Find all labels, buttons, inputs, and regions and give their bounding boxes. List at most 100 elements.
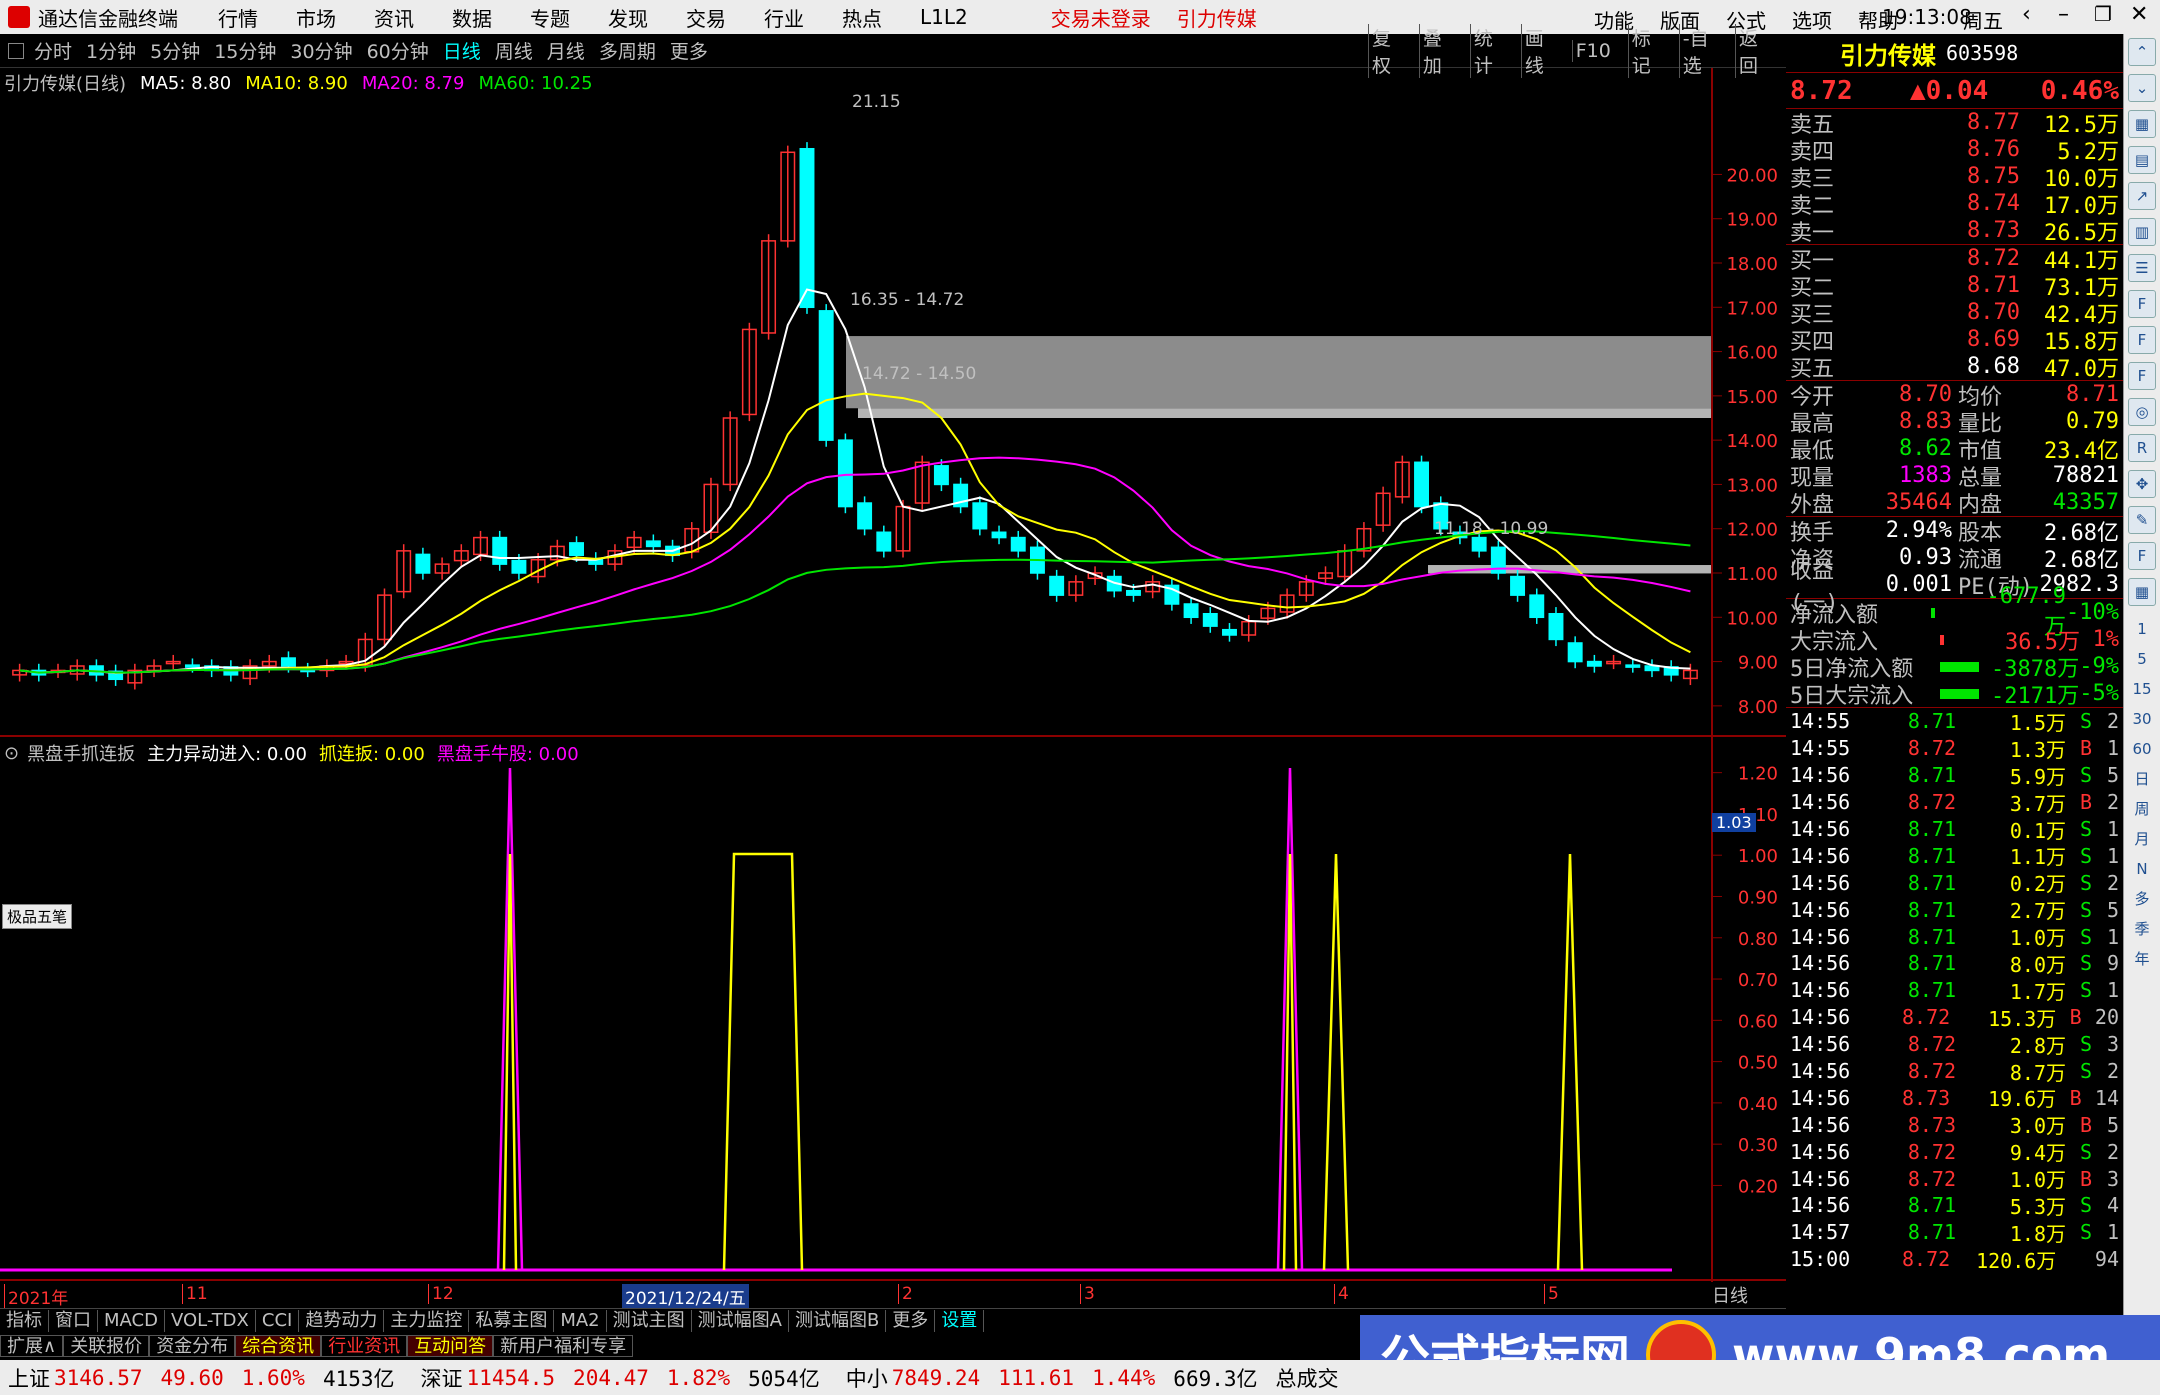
f3-icon[interactable]: F [2128,362,2156,390]
menu-item-3[interactable]: 数据 [452,3,492,32]
period-shortcut[interactable]: 周 [2124,794,2160,824]
period-tab-2[interactable]: 5分钟 [150,37,200,64]
index-quote[interactable]: 上证 3146.57 49.60 1.60% 4153亿 [0,1363,395,1393]
chart-svg[interactable]: 8.00 9.00 10.00 11.00 12.00 13.00 14.00 15.00 16… [0,68,1786,1310]
period-shortcut[interactable]: 季 [2124,914,2160,944]
tick-price: 8.71 [1907,1193,1956,1218]
stock-name-top[interactable]: 引力传媒 [1177,3,1257,32]
back-icon[interactable]: ‹ [2022,2,2031,27]
period-tab-1[interactable]: 1分钟 [86,37,136,64]
menu-item-6[interactable]: 交易 [686,3,726,32]
indicator-tab-12[interactable]: 更多 [886,1309,936,1332]
period-shortcut[interactable]: 5 [2124,644,2160,674]
f10-icon[interactable]: F [2128,290,2156,318]
extension-tab-1[interactable]: 关联报价 [63,1335,150,1357]
index-pct: 1.60% [241,1365,305,1390]
tick-time: 15:00 [1790,1247,1851,1272]
tick-time: 14:56 [1790,1166,1851,1191]
extension-tab-5[interactable]: 互动问答 [407,1335,494,1357]
indicator-icon[interactable]: ⊙ [4,743,19,764]
indicator-tab-4[interactable]: CCI [256,1309,300,1332]
indicator-tab-11[interactable]: 测试幅图B [789,1309,887,1332]
period-tab-6[interactable]: 日线 [443,37,481,64]
tick-side: S [2079,763,2093,788]
index-quote[interactable]: 中小 7849.24 111.61 1.44% 669.3亿 [838,1363,1258,1393]
grid-icon[interactable]: ▤ [2128,146,2156,174]
f2-icon[interactable]: F [2128,326,2156,354]
limit-up-spike [1556,853,1584,1271]
y-tick-label: 16.00 [1726,343,1778,364]
tool-button-4[interactable]: F10 [1571,39,1614,62]
period-shortcut[interactable]: 月 [2124,824,2160,854]
extension-tab-4[interactable]: 行业资讯 [321,1335,408,1357]
indicator-tab-0[interactable]: 指标 [0,1309,49,1332]
chart-area[interactable]: 8.00 9.00 10.00 11.00 12.00 13.00 14.00 15.00 16… [0,68,1786,1310]
period-tab-10[interactable]: 更多 [670,37,708,64]
pen-icon[interactable]: ✎ [2128,506,2156,534]
menu-item-9[interactable]: L1L2 [920,5,968,29]
indicator-tab-5[interactable]: 趋势动力 [299,1309,385,1332]
menu-item-4[interactable]: 专题 [530,3,570,32]
menu-item-5[interactable]: 发现 [608,3,648,32]
ime-toolbar[interactable]: 极品五笔 [2,904,73,929]
period-shortcut[interactable]: 30 [2124,704,2160,734]
period-shortcut[interactable]: 日 [2124,764,2160,794]
period-shortcut[interactable]: 60 [2124,734,2160,764]
extension-tab-6[interactable]: 新用户福利专享 [493,1335,634,1357]
restore-icon[interactable]: ❐ [2094,2,2112,26]
period-tab-8[interactable]: 月线 [547,37,585,64]
indicator-tab-8[interactable]: MA2 [554,1309,607,1332]
index-quote[interactable]: 深证 11454.5 204.47 1.82% 5054亿 [413,1363,820,1393]
close-icon[interactable]: ✕ [2130,2,2148,27]
tick-row: 14:56 8.71 0.2万 S 2 [1786,869,2123,897]
quote-stock-name: 引力传媒 [1840,41,1936,70]
quote-price: 8.72 [1790,75,1853,106]
period-tab-5[interactable]: 60分钟 [367,37,429,64]
period-tab-9[interactable]: 多周期 [599,37,656,64]
indicator-tab-1[interactable]: 窗口 [49,1309,98,1332]
period-tab-0[interactable]: 分时 [34,37,72,64]
chart-icon[interactable]: ▦ [2128,110,2156,138]
period-shortcut[interactable]: 年 [2124,944,2160,974]
period-tab-3[interactable]: 15分钟 [214,37,276,64]
right-menu-item-3[interactable]: 选项 [1792,5,1832,34]
move-icon[interactable]: ✥ [2128,470,2156,498]
extension-tab-2[interactable]: 资金分布 [149,1335,236,1357]
menu-item-7[interactable]: 行业 [764,3,804,32]
layout-icon[interactable] [8,42,24,59]
period-shortcut[interactable]: 1 [2124,614,2160,644]
bar-icon[interactable]: ▥ [2128,218,2156,246]
flow-row: 大宗流入 36.5万 1% [1786,626,2123,655]
period-tab-4[interactable]: 30分钟 [290,37,352,64]
extension-tab-3[interactable]: 综合资讯 [235,1335,322,1357]
tick-side: S [2079,1059,2093,1084]
menu-item-2[interactable]: 资讯 [374,3,414,32]
menu-item-0[interactable]: 行情 [218,3,258,32]
indicator-tab-13[interactable]: 设置 [935,1309,985,1332]
indicator-tab-3[interactable]: VOL-TDX [165,1309,256,1332]
grid2-icon[interactable]: ▦ [2128,578,2156,606]
indicator-tab-7[interactable]: 私募主图 [469,1309,555,1332]
minimize-icon[interactable]: – [2058,2,2069,27]
up-arrow-icon[interactable]: ⌃ [2128,38,2156,66]
candle-body [511,559,527,574]
compass-icon[interactable]: ◎ [2128,398,2156,426]
list-icon[interactable]: ☰ [2128,254,2156,282]
indicator-tab-6[interactable]: 主力监控 [384,1309,470,1332]
period-tab-7[interactable]: 周线 [495,37,533,64]
extension-tab-0[interactable]: 扩展∧ [0,1335,64,1357]
rsi-icon[interactable]: R [2128,434,2156,462]
menu-item-1[interactable]: 市场 [296,3,336,32]
indicator-tab-10[interactable]: 测试幅图A [692,1309,789,1332]
menu-item-8[interactable]: 热点 [842,3,882,32]
line-icon[interactable]: ↗ [2128,182,2156,210]
down-arrow-icon[interactable]: ⌄ [2128,74,2156,102]
period-shortcut[interactable]: 多 [2124,884,2160,914]
period-shortcut[interactable]: 15 [2124,674,2160,704]
login-status[interactable]: 交易未登录 [1051,3,1151,32]
xaxis-mode[interactable]: 日线 [1712,1282,1748,1308]
indicator-tab-9[interactable]: 测试主图 [607,1309,692,1332]
period-shortcut[interactable]: N [2124,854,2160,884]
indicator-tab-2[interactable]: MACD [98,1309,165,1332]
fs-icon[interactable]: F [2128,542,2156,570]
